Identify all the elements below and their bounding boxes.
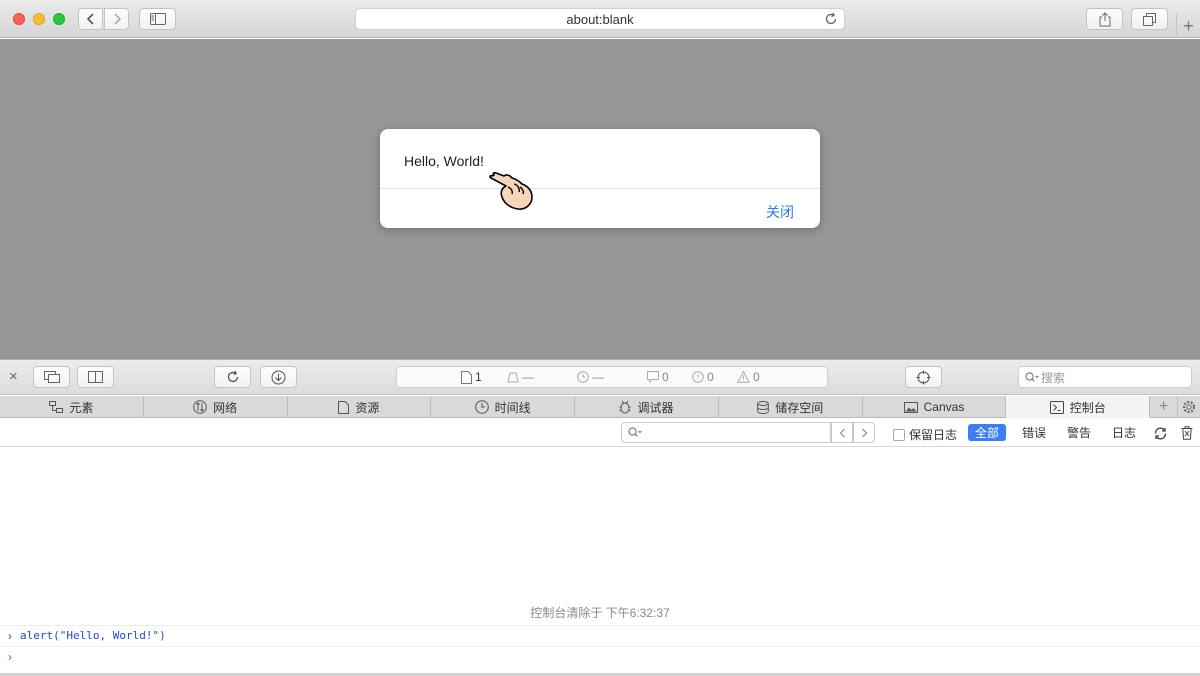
chevron-left-icon (839, 428, 845, 437)
prompt-chevron-icon: › (8, 649, 12, 664)
crosshair-icon (916, 370, 931, 384)
tabs-icon (1143, 12, 1156, 26)
split-layout-icon (88, 371, 103, 383)
download-icon (271, 370, 286, 384)
plus-icon: + (1158, 397, 1169, 415)
error-count[interactable]: 0 (692, 370, 714, 384)
search-icon (1025, 371, 1039, 382)
dock-side-button[interactable] (77, 366, 114, 388)
weight-icon (507, 372, 519, 383)
document-icon (461, 370, 472, 384)
storage-icon (757, 400, 770, 414)
forward-button[interactable] (104, 8, 129, 30)
address-text: about:blank (566, 11, 634, 27)
refresh-cycle-icon (1154, 426, 1166, 440)
alert-message: Hello, World! (404, 153, 484, 169)
inspector-toolbar: × 1 — — 0 0 0 搜索 (0, 359, 1200, 395)
chevron-right-icon (113, 13, 121, 25)
previous-match-button[interactable] (831, 422, 853, 443)
warning-icon (737, 371, 750, 383)
alert-dialog: Hello, World! 关闭 (380, 129, 820, 228)
chevron-left-icon (86, 13, 94, 25)
add-tab-button[interactable]: + (1150, 396, 1179, 417)
tab-debugger[interactable]: 调试器 (575, 396, 719, 418)
reload-icon[interactable] (824, 12, 838, 26)
error-icon (692, 371, 704, 383)
console-entry[interactable]: › alert("Hello, World!") (0, 625, 1200, 645)
filter-logs-button[interactable]: 日志 (1105, 424, 1143, 441)
inspector-search-input[interactable]: 搜索 (1018, 366, 1192, 388)
chevron-right-icon: › (8, 628, 12, 643)
console-filter-input[interactable] (621, 422, 831, 443)
console-filter-bar: 保留日志 全部 错误 警告 日志 (0, 419, 1200, 447)
console-output: 控制台清除于 下午6:32:37 › alert("Hello, World!"… (0, 448, 1200, 676)
clear-console-button[interactable] (1178, 424, 1196, 442)
alert-close-button[interactable]: 关闭 (766, 202, 794, 222)
address-bar[interactable]: about:blank (355, 8, 845, 30)
next-match-button[interactable] (853, 422, 875, 443)
console-entry-code: alert("Hello, World!") (20, 629, 166, 642)
filter-all-button[interactable]: 全部 (968, 424, 1007, 441)
activity-viewer: 1 — — 0 0 0 (396, 366, 828, 388)
debugger-icon (619, 400, 632, 414)
settings-button[interactable] (1178, 396, 1200, 417)
resource-size[interactable]: — (507, 370, 534, 384)
resource-count[interactable]: 1 (461, 370, 482, 384)
trash-icon (1181, 426, 1193, 440)
filter-errors-button[interactable]: 错误 (1015, 424, 1053, 441)
gear-icon (1182, 400, 1196, 413)
browser-toolbar: about:blank + (0, 0, 1200, 38)
chevron-right-icon (861, 428, 867, 437)
dialog-divider (380, 188, 820, 189)
console-cleared-message: 控制台清除于 下午6:32:37 (530, 606, 670, 620)
console-prompt-input[interactable]: › (0, 646, 1200, 666)
share-icon (1099, 11, 1110, 26)
elements-icon (49, 401, 64, 413)
tab-timeline[interactable]: 时间线 (431, 396, 576, 418)
window-close-button[interactable] (13, 13, 25, 25)
reload-icon (227, 370, 238, 383)
message-icon (647, 371, 659, 383)
preserve-log-checkbox[interactable] (893, 428, 905, 441)
plus-icon: + (1183, 15, 1194, 36)
window-minimize-button[interactable] (33, 13, 45, 25)
detach-window-icon (43, 371, 60, 383)
tab-elements[interactable]: 元素 (0, 396, 144, 418)
inspector-tab-bar: 元素 网络 资源 时间线 调试器 储存空间 Canvas 控制台 + (0, 396, 1200, 418)
reload-page-button[interactable] (214, 366, 251, 388)
undock-button[interactable] (33, 366, 70, 388)
resources-icon (338, 400, 350, 414)
tab-overview-button[interactable] (1131, 8, 1168, 30)
canvas-icon (903, 401, 918, 413)
clock-icon (577, 371, 589, 383)
close-inspector-icon[interactable]: × (9, 368, 18, 385)
timeline-icon (474, 400, 489, 414)
tab-canvas[interactable]: Canvas (863, 396, 1007, 418)
back-button[interactable] (78, 8, 103, 30)
console-icon (1049, 400, 1064, 414)
tab-resources[interactable]: 资源 (288, 396, 432, 418)
pointing-hand-cursor-icon (489, 171, 533, 210)
preserve-log-toggle[interactable]: 保留日志 (893, 426, 957, 443)
warning-count[interactable]: 0 (737, 370, 760, 384)
tab-network[interactable]: 网络 (144, 396, 288, 418)
toggle-eval-button[interactable] (1151, 424, 1169, 442)
filter-warnings-button[interactable]: 警告 (1060, 424, 1098, 441)
network-icon (193, 400, 207, 414)
search-icon (628, 427, 642, 437)
download-archive-button[interactable] (260, 366, 297, 388)
new-tab-button[interactable]: + (1176, 14, 1200, 38)
inspect-element-button[interactable] (905, 366, 942, 388)
load-time[interactable]: — (577, 370, 604, 384)
log-count[interactable]: 0 (647, 370, 669, 384)
sidebar-icon (149, 13, 166, 25)
tab-console[interactable]: 控制台 (1006, 396, 1151, 418)
sidebar-toggle-button[interactable] (139, 8, 176, 30)
window-zoom-button[interactable] (53, 13, 65, 25)
page-viewport: Hello, World! 关闭 (0, 39, 1200, 359)
tab-storage[interactable]: 储存空间 (719, 396, 863, 418)
share-button[interactable] (1086, 8, 1123, 30)
